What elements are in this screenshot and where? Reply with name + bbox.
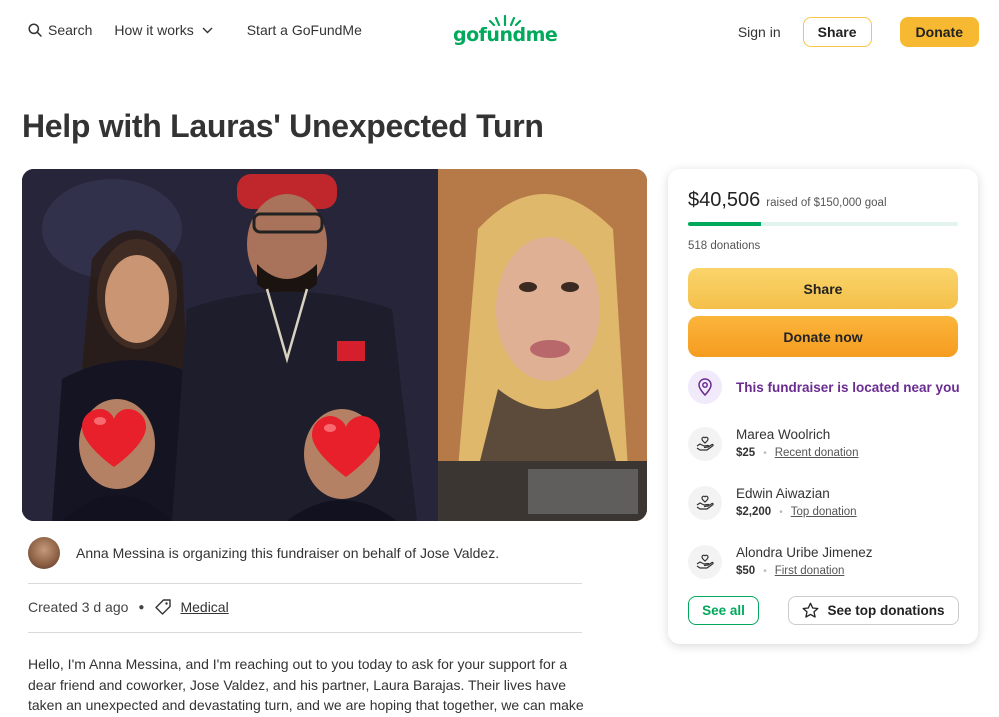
progress-fill xyxy=(688,222,761,226)
donor-details: $25 • Recent donation xyxy=(736,447,858,459)
donor-details: $2,200 • Top donation xyxy=(736,506,857,518)
portrait-illustration xyxy=(438,169,647,521)
see-all-button[interactable]: See all xyxy=(688,596,759,625)
nav-right: Sign in Share Donate xyxy=(738,17,979,47)
heart-hand-icon xyxy=(688,427,722,461)
nav-left: Search How it works Start a GoFundMe xyxy=(28,22,384,38)
donor-info: Edwin Aiwazian $2,200 • Top donation xyxy=(736,486,857,518)
donor-tag-link[interactable]: Recent donation xyxy=(775,447,859,459)
category-link[interactable]: Medical xyxy=(180,599,228,615)
divider xyxy=(28,632,582,633)
bullet-separator: • xyxy=(779,506,783,518)
donor-item: Alondra Uribe Jimenez $50 • First donati… xyxy=(688,545,873,579)
family-photo-illustration xyxy=(22,169,438,521)
donor-tag-link[interactable]: Top donation xyxy=(791,506,857,518)
share-button[interactable]: Share xyxy=(688,268,958,309)
donor-info: Alondra Uribe Jimenez $50 • First donati… xyxy=(736,545,873,577)
how-it-works-label: How it works xyxy=(114,22,194,38)
campaign-story: Hello, I'm Anna Messina, and I'm reachin… xyxy=(28,656,584,713)
see-top-donations-button[interactable]: See top donations xyxy=(788,596,959,625)
bullet-separator: • xyxy=(763,565,767,577)
divider xyxy=(28,583,582,584)
progress-bar xyxy=(688,222,958,226)
donor-amount: $2,200 xyxy=(736,506,772,518)
sign-in-link[interactable]: Sign in xyxy=(738,24,781,40)
family-photo xyxy=(22,169,438,521)
bullet-separator: • xyxy=(763,447,767,459)
campaign-hero-image[interactable] xyxy=(22,169,647,521)
raised-amount: $40,506 xyxy=(688,189,761,211)
bullet-separator: ● xyxy=(138,601,145,613)
heart-hand-icon xyxy=(688,486,722,520)
organizer-text: Anna Messina is organizing this fundrais… xyxy=(76,545,500,561)
search-label: Search xyxy=(48,22,93,38)
created-date: Created 3 d ago xyxy=(28,599,129,615)
location-notice-text: This fundraiser is located near you xyxy=(736,379,960,395)
star-icon xyxy=(803,602,819,618)
donor-amount: $25 xyxy=(736,447,756,459)
see-top-donations-label: See top donations xyxy=(827,603,945,618)
start-gofundme-label: Start a GoFundMe xyxy=(246,22,362,38)
donate-now-button[interactable]: Donate now xyxy=(688,316,958,357)
location-pin-icon xyxy=(688,370,722,404)
donor-name: Edwin Aiwazian xyxy=(736,486,830,501)
location-notice: This fundraiser is located near you xyxy=(688,370,960,404)
raised-summary: $40,506 raised of $150,000 goal xyxy=(688,189,887,212)
donor-amount: $50 xyxy=(736,565,756,577)
donor-name: Alondra Uribe Jimenez xyxy=(736,545,873,560)
donor-item: Marea Woolrich $25 • Recent donation xyxy=(688,427,858,461)
chevron-down-icon xyxy=(202,27,213,33)
start-gofundme-link[interactable]: Start a GoFundMe xyxy=(247,22,362,38)
how-it-works-menu[interactable]: How it works xyxy=(114,22,213,38)
gofundme-logo[interactable]: gofundme xyxy=(453,14,558,46)
heart-hand-icon xyxy=(688,545,722,579)
top-navigation: Search How it works Start a GoFundMe gof… xyxy=(0,0,999,64)
search-link[interactable]: Search xyxy=(28,22,92,38)
donor-name: Marea Woolrich xyxy=(736,427,831,442)
logo-wordmark: gofundme xyxy=(453,24,558,46)
donor-tag-link[interactable]: First donation xyxy=(775,565,845,577)
donations-count: 518 donations xyxy=(688,240,761,252)
donor-item: Edwin Aiwazian $2,200 • Top donation xyxy=(688,486,857,520)
donor-details: $50 • First donation xyxy=(736,565,873,577)
goal-text: raised of $150,000 goal xyxy=(766,197,887,209)
campaign-meta: Created 3 d ago ● Medical xyxy=(28,598,229,616)
portrait-photo xyxy=(438,169,647,521)
header-share-button[interactable]: Share xyxy=(802,17,872,47)
campaign-title: Help with Lauras' Unexpected Turn xyxy=(22,108,544,144)
organizer-row: Anna Messina is organizing this fundrais… xyxy=(28,537,499,569)
organizer-avatar[interactable] xyxy=(28,537,60,569)
donor-info: Marea Woolrich $25 • Recent donation xyxy=(736,427,858,459)
tag-icon xyxy=(155,599,172,615)
header-donate-button[interactable]: Donate xyxy=(899,17,979,47)
search-icon xyxy=(28,23,42,37)
donation-card: $40,506 raised of $150,000 goal 518 dona… xyxy=(668,169,978,644)
